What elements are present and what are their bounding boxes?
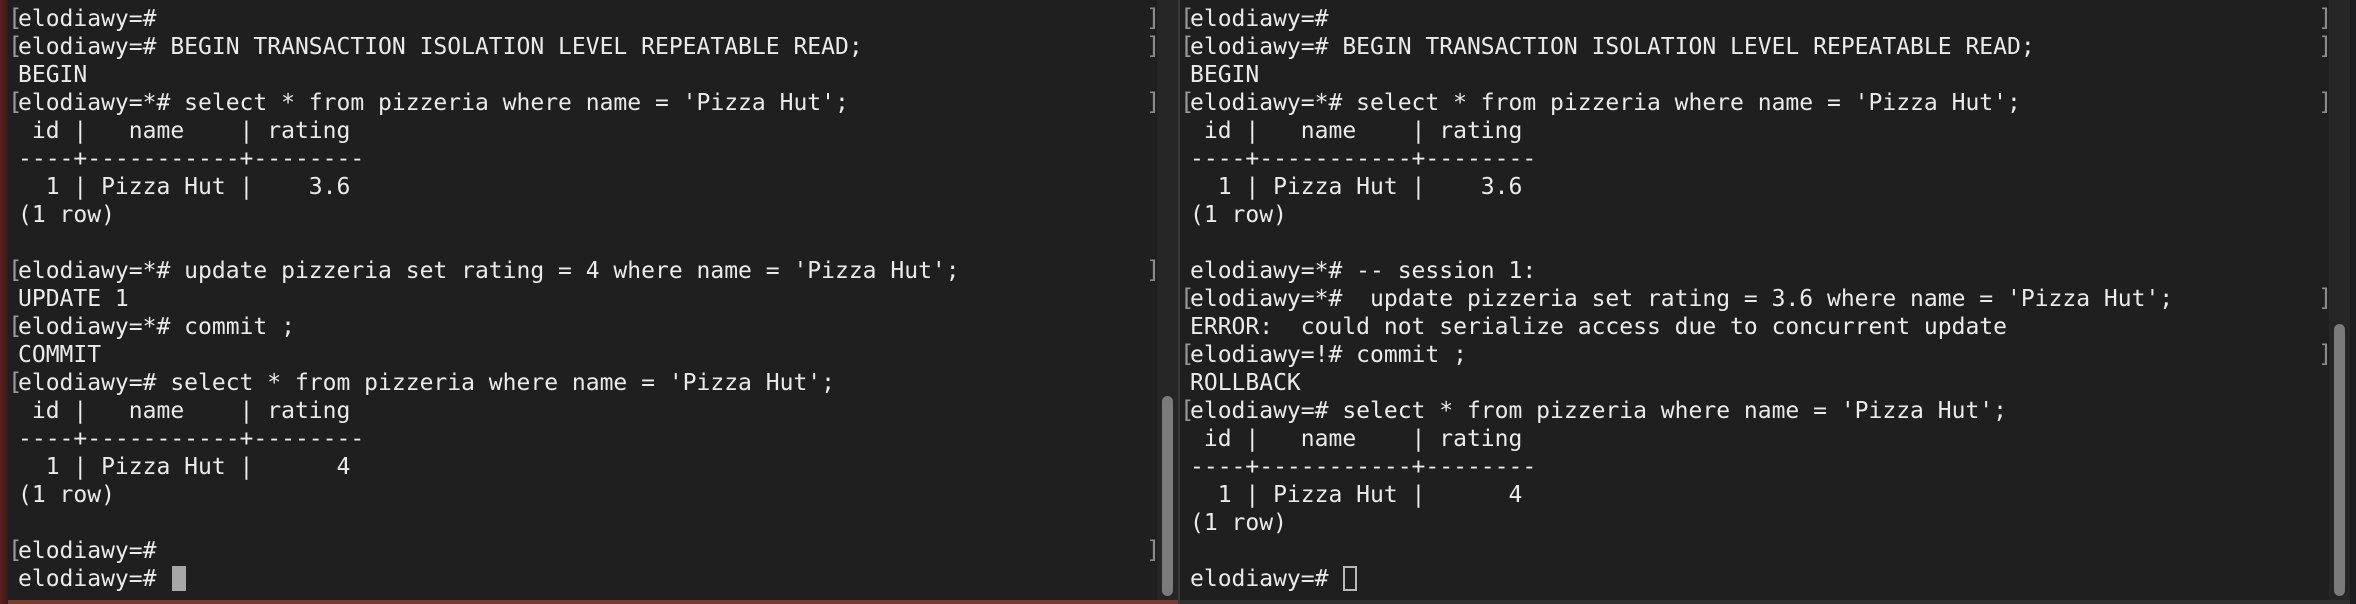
- left-right-mark-5: ]: [1146, 536, 1161, 564]
- right-mark-4: [: [1180, 284, 1195, 312]
- right-mark-5: [: [1180, 340, 1195, 368]
- right-gutter: [ [ [ [ [ [: [1180, 0, 1195, 604]
- right-line-11: elodiawy=*# update pizzeria set rating =…: [1190, 286, 2174, 312]
- left-right-mark-1: ]: [1146, 4, 1161, 32]
- left-line-2: elodiawy=# BEGIN TRANSACTION ISOLATION L…: [18, 34, 863, 60]
- left-line-13: COMMIT: [18, 342, 102, 368]
- right-scrollbar-thumb[interactable]: [2334, 324, 2345, 596]
- left-line-18: (1 row): [18, 482, 115, 508]
- left-mark-2: [: [8, 32, 23, 60]
- terminal-split-view: [ [ [ [ [ [ [ elodiawy=# elodiawy=# BEGI…: [0, 0, 2356, 604]
- right-right-mark-5: ]: [2318, 340, 2333, 368]
- right-line-4: elodiawy=*# select * from pizzeria where…: [1190, 90, 2021, 116]
- left-right-mark-2: ]: [1146, 32, 1161, 60]
- right-right-mark-1: ]: [2318, 4, 2333, 32]
- left-line-21: elodiawy=#: [18, 566, 171, 592]
- right-mark-1: [: [1180, 4, 1195, 32]
- right-line-19: (1 row): [1190, 510, 1287, 536]
- left-right-mark-4: ]: [1146, 256, 1161, 284]
- left-line-19: [18, 509, 960, 537]
- left-line-1: elodiawy=#: [18, 6, 157, 32]
- terminal-cursor: [172, 566, 186, 591]
- left-terminal-output[interactable]: elodiawy=# elodiawy=# BEGIN TRANSACTION …: [18, 5, 960, 593]
- right-line-8: (1 row): [1190, 202, 1287, 228]
- right-terminal-pane[interactable]: [ [ [ [ [ [ elodiawy=# elodiawy=# BEGIN …: [1179, 0, 2350, 604]
- left-line-5: id | name | rating: [18, 118, 351, 144]
- left-line-8: (1 row): [18, 202, 115, 228]
- left-line-4: elodiawy=*# select * from pizzeria where…: [18, 90, 849, 116]
- left-scrollbar-thumb[interactable]: [1162, 396, 1173, 596]
- left-mark-4: [: [8, 256, 23, 284]
- left-line-15: id | name | rating: [18, 398, 351, 424]
- right-terminal-output[interactable]: elodiawy=# elodiawy=# BEGIN TRANSACTION …: [1190, 5, 2173, 593]
- right-line-7: 1 | Pizza Hut | 3.6: [1190, 174, 1523, 200]
- left-bottom-edge: [8, 600, 1178, 604]
- left-line-16: ----+-----------+--------: [18, 426, 365, 452]
- left-line-14: elodiawy=# select * from pizzeria where …: [18, 370, 835, 396]
- left-line-12: elodiawy=*# commit ;: [18, 314, 295, 340]
- left-line-17: 1 | Pizza Hut | 4: [18, 454, 351, 480]
- right-scrollbar[interactable]: [2329, 0, 2350, 604]
- left-right-mark-3: ]: [1146, 88, 1161, 116]
- right-right-mark-4: ]: [2318, 284, 2333, 312]
- right-line-12: ERROR: could not serialize access due to…: [1190, 314, 2007, 340]
- left-line-9: [18, 229, 960, 257]
- right-right-mark-3: ]: [2318, 88, 2333, 116]
- left-line-3: BEGIN: [18, 62, 88, 88]
- left-mark-1: [: [8, 4, 23, 32]
- right-mark-2: [: [1180, 32, 1195, 60]
- left-line-20: elodiawy=#: [18, 538, 157, 564]
- left-line-6: ----+-----------+--------: [18, 146, 365, 172]
- right-line-10: elodiawy=*# -- session 1:: [1190, 258, 1537, 284]
- right-mark-3: [: [1180, 88, 1195, 116]
- left-mark-3: [: [8, 88, 23, 116]
- left-line-7: 1 | Pizza Hut | 3.6: [18, 174, 351, 200]
- left-terminal-pane[interactable]: [ [ [ [ [ [ [ elodiawy=# elodiawy=# BEGI…: [8, 0, 1179, 604]
- right-line-2: elodiawy=# BEGIN TRANSACTION ISOLATION L…: [1190, 34, 2035, 60]
- left-mark-5: [: [8, 312, 23, 340]
- right-line-14: ROLLBACK: [1190, 370, 1301, 396]
- right-line-18: 1 | Pizza Hut | 4: [1190, 482, 1523, 508]
- right-line-5: id | name | rating: [1190, 118, 1523, 144]
- left-mark-6: [: [8, 368, 23, 396]
- right-line-13: elodiawy=!# commit ;: [1190, 342, 1467, 368]
- right-line-1: elodiawy=#: [1190, 6, 1329, 32]
- left-gutter: [ [ [ [ [ [ [: [8, 0, 23, 604]
- left-line-10: elodiawy=*# update pizzeria set rating =…: [18, 258, 960, 284]
- right-bottom-edge: [1180, 600, 2350, 604]
- inactive-terminal-cursor: [1343, 566, 1357, 591]
- right-line-21: elodiawy=#: [1190, 566, 1343, 592]
- right-line-16: id | name | rating: [1190, 426, 1523, 452]
- right-right-mark-2: ]: [2318, 32, 2333, 60]
- right-line-3: BEGIN: [1190, 62, 1260, 88]
- left-line-11: UPDATE 1: [18, 286, 129, 312]
- right-line-15: elodiawy=# select * from pizzeria where …: [1190, 398, 2007, 424]
- right-line-9: [1190, 229, 2173, 257]
- left-mark-7: [: [8, 536, 23, 564]
- right-line-6: ----+-----------+--------: [1190, 146, 1537, 172]
- left-scrollbar[interactable]: [1157, 0, 1178, 604]
- right-line-20: [1190, 537, 2173, 565]
- right-line-17: ----+-----------+--------: [1190, 454, 1537, 480]
- right-mark-6: [: [1180, 396, 1195, 424]
